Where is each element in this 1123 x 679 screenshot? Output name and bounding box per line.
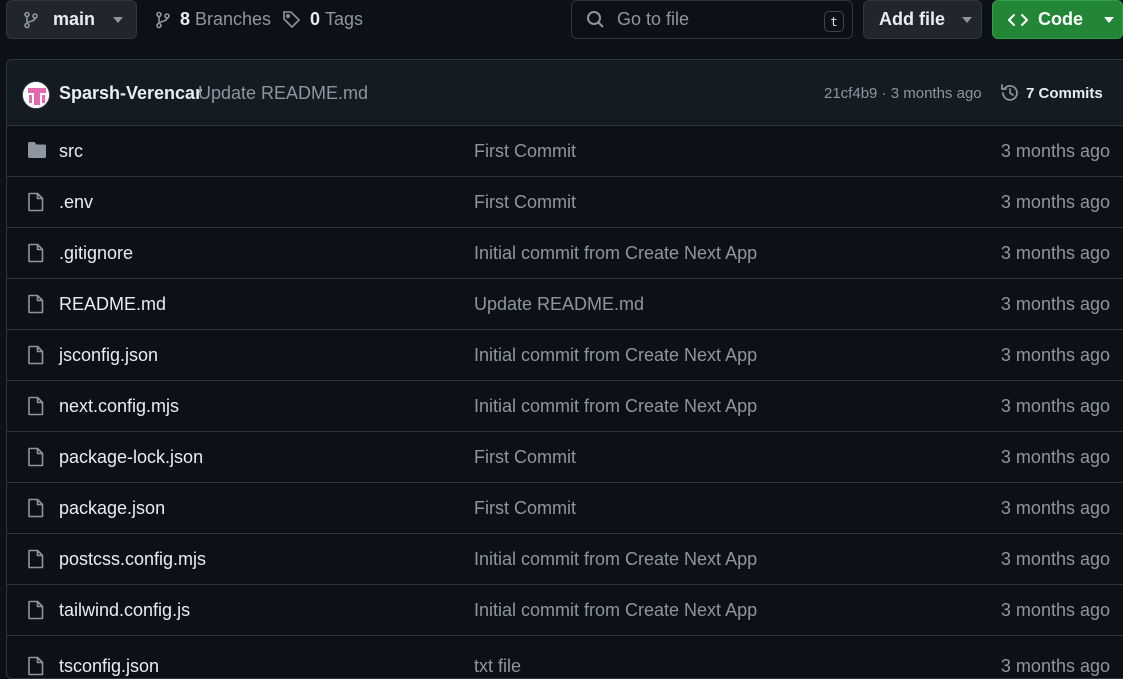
file-commit-age: 3 months ago <box>1000 656 1110 676</box>
file-commit-age: 3 months ago <box>1000 600 1110 620</box>
file-name-link[interactable]: .env <box>59 192 93 213</box>
file-commit-message-link[interactable]: Initial commit from Create Next App <box>474 243 757 264</box>
file-name-link[interactable]: postcss.config.mjs <box>59 549 206 570</box>
file-icon <box>27 656 45 676</box>
table-row[interactable]: README.md Update README.md 3 months ago <box>7 279 1123 330</box>
file-name-link[interactable]: jsconfig.json <box>59 345 158 366</box>
file-icon <box>27 549 45 569</box>
branch-name: main <box>53 9 96 29</box>
folder-icon <box>27 141 47 159</box>
avatar[interactable] <box>22 81 50 109</box>
branches-label: Branches <box>195 9 272 29</box>
file-commit-message-link[interactable]: Update README.md <box>474 294 644 315</box>
latest-commit-bar: Sparsh-Verencar Update README.md 21cf4b9… <box>7 60 1123 126</box>
search-icon <box>586 10 605 29</box>
file-commit-age: 3 months ago <box>1000 141 1110 161</box>
table-row[interactable]: tailwind.config.js Initial commit from Cr… <box>7 585 1123 636</box>
file-name-link[interactable]: package-lock.json <box>59 447 203 468</box>
meta-separator: · <box>877 85 891 102</box>
table-row[interactable]: src First Commit 3 months ago <box>7 126 1123 177</box>
commits-history-link[interactable]: 7 Commits <box>1000 82 1103 104</box>
search-placeholder: Go to file <box>617 9 690 29</box>
table-row[interactable]: next.config.mjs Initial commit from Creat… <box>7 381 1123 432</box>
file-commit-message-link[interactable]: Initial commit from Create Next App <box>474 549 757 570</box>
code-icon <box>1008 13 1028 27</box>
table-row[interactable]: package.json First Commit 3 months ago <box>7 483 1123 534</box>
file-icon <box>27 498 45 518</box>
file-commit-message-link[interactable]: First Commit <box>474 498 576 519</box>
tag-icon <box>282 10 301 29</box>
file-commit-message-link[interactable]: First Commit <box>474 141 576 162</box>
file-commit-message-link[interactable]: Initial commit from Create Next App <box>474 396 757 417</box>
file-icon <box>27 345 45 365</box>
table-row[interactable]: .gitignore Initial commit from Create Nex… <box>7 228 1123 279</box>
commit-author[interactable]: Sparsh-Verencar <box>59 83 202 104</box>
commits-count: 7 Commits <box>1026 84 1103 102</box>
git-branch-icon <box>155 11 171 29</box>
tags-count: 0 <box>310 9 321 29</box>
file-commit-message-link[interactable]: First Commit <box>474 447 576 468</box>
tags-link[interactable]: 0 Tags <box>282 0 363 39</box>
branches-count: 8 <box>180 9 191 29</box>
file-commit-age: 3 months ago <box>1000 345 1110 365</box>
add-file-button[interactable]: Add file <box>863 0 982 39</box>
file-commit-age: 3 months ago <box>1000 396 1110 416</box>
file-list-box: Sparsh-Verencar Update README.md 21cf4b9… <box>6 59 1123 679</box>
file-icon <box>27 192 45 212</box>
file-icon <box>27 243 45 263</box>
table-row[interactable]: .env First Commit 3 months ago <box>7 177 1123 228</box>
file-icon <box>27 600 45 620</box>
triangle-down-icon <box>962 16 972 23</box>
file-commit-age: 3 months ago <box>1000 243 1110 263</box>
commit-message[interactable]: Update README.md <box>198 83 368 104</box>
file-name-link[interactable]: package.json <box>59 498 165 519</box>
file-name-link[interactable]: README.md <box>59 294 166 315</box>
file-name-link[interactable]: tsconfig.json <box>59 656 159 677</box>
triangle-down-icon <box>1104 16 1114 23</box>
file-name-link[interactable]: src <box>59 141 83 162</box>
history-icon <box>1000 83 1020 103</box>
go-to-file-search[interactable]: Go to file t <box>571 0 853 39</box>
file-commit-age: 3 months ago <box>1000 549 1110 569</box>
branch-selector-button[interactable]: main <box>6 0 137 39</box>
keyboard-shortcut-hint: t <box>824 11 844 32</box>
tags-label: Tags <box>325 9 364 29</box>
file-icon <box>27 447 45 467</box>
file-commit-message-link[interactable]: Initial commit from Create Next App <box>474 345 757 366</box>
branches-link[interactable]: 8 Branches <box>155 0 271 39</box>
file-icon <box>27 294 45 314</box>
commit-age: 3 months ago <box>890 85 982 102</box>
file-name-link[interactable]: tailwind.config.js <box>59 600 190 621</box>
file-commit-age: 3 months ago <box>1000 192 1110 212</box>
file-commit-message-link[interactable]: Initial commit from Create Next App <box>474 600 757 621</box>
code-button[interactable]: Code <box>992 0 1123 39</box>
add-file-label: Add file <box>879 9 945 29</box>
file-icon <box>27 396 45 416</box>
table-row[interactable]: jsconfig.json Initial commit from Create … <box>7 330 1123 381</box>
file-commit-age: 3 months ago <box>1000 498 1110 518</box>
commit-meta: 21cf4b9 · 3 months ago <box>824 85 982 102</box>
file-commit-age: 3 months ago <box>1000 447 1110 467</box>
table-row[interactable]: postcss.config.mjs Initial commit from Cr… <box>7 534 1123 585</box>
git-branch-icon <box>23 11 39 29</box>
commit-hash[interactable]: 21cf4b9 <box>824 85 877 102</box>
table-row[interactable]: package-lock.json First Commit 3 months ag… <box>7 432 1123 483</box>
file-commit-message-link[interactable]: First Commit <box>474 192 576 213</box>
file-commit-age: 3 months ago <box>1000 294 1110 314</box>
file-commit-message-link[interactable]: txt file <box>474 656 521 677</box>
code-label: Code <box>1038 9 1083 29</box>
file-name-link[interactable]: .gitignore <box>59 243 133 264</box>
file-name-link[interactable]: next.config.mjs <box>59 396 179 417</box>
triangle-down-icon <box>113 16 124 23</box>
